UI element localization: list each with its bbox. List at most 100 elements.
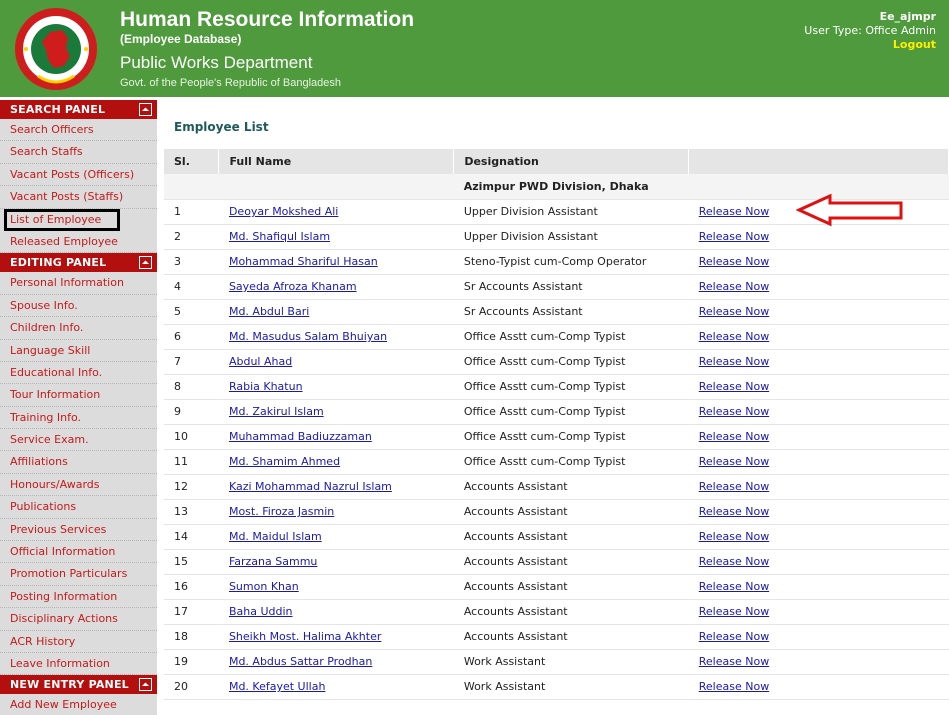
release-now-link[interactable]: Release Now	[699, 480, 769, 493]
employee-name-link[interactable]: Md. Abdus Sattar Prodhan	[229, 655, 372, 668]
row-action-cell: Release Now	[688, 574, 949, 600]
row-designation: Office Asstt cum-Comp Typist	[453, 324, 689, 350]
row-name-cell: Farzana Sammu	[218, 549, 454, 575]
release-now-link[interactable]: Release Now	[699, 580, 769, 593]
row-serial: 19	[164, 649, 219, 675]
sidebar-item-vacant-posts-staffs[interactable]: Vacant Posts (Staffs)	[0, 186, 157, 209]
employee-name-link[interactable]: Most. Firoza Jasmin	[229, 505, 334, 518]
row-name-cell: Rabia Khatun	[218, 374, 454, 400]
table-row: 8 Rabia Khatun Office Asstt cum-Comp Typis…	[164, 374, 949, 400]
page-title: Employee List	[174, 120, 269, 134]
release-now-link[interactable]: Release Now	[699, 530, 769, 543]
sidebar-item-tour-information[interactable]: Tour Information	[0, 384, 157, 407]
row-designation: Office Asstt cum-Comp Typist	[453, 349, 689, 375]
sidebar-item-service-exam[interactable]: Service Exam.	[0, 429, 157, 452]
table-row: 2 Md. Shafiqul Islam Upper Division Assist…	[164, 224, 949, 250]
sidebar-item-search-officers[interactable]: Search Officers	[0, 119, 157, 142]
sidebar-item-affiliations[interactable]: Affiliations	[0, 451, 157, 474]
employee-name-link[interactable]: Abdul Ahad	[229, 355, 292, 368]
row-serial: 8	[164, 374, 219, 400]
employee-name-link[interactable]: Rabia Khatun	[229, 380, 303, 393]
release-now-link[interactable]: Release Now	[699, 380, 769, 393]
app-subtitle: (Employee Database)	[120, 32, 242, 46]
release-now-link[interactable]: Release Now	[699, 505, 769, 518]
row-designation: Accounts Assistant	[453, 624, 689, 650]
employee-name-link[interactable]: Deoyar Mokshed Ali	[229, 205, 338, 218]
sidebar-item-language-skill[interactable]: Language Skill	[0, 340, 157, 362]
employee-name-link[interactable]: Muhammad Badiuzzaman	[229, 430, 372, 443]
sidebar-item-training-info[interactable]: Training Info.	[0, 407, 157, 430]
row-name-cell: Kazi Mohammad Nazrul Islam	[218, 474, 454, 500]
sidebar-item-official-information[interactable]: Official Information	[0, 541, 157, 564]
release-now-link[interactable]: Release Now	[699, 680, 769, 693]
employee-name-link[interactable]: Md. Shafiqul Islam	[229, 230, 330, 243]
release-now-link[interactable]: Release Now	[699, 280, 769, 293]
release-now-link[interactable]: Release Now	[699, 455, 769, 468]
collapse-toggle-icon[interactable]	[139, 678, 152, 692]
table-row: 10 Muhammad Badiuzzaman Office Asstt cum-C…	[164, 424, 949, 450]
release-now-link[interactable]: Release Now	[699, 405, 769, 418]
employee-name-link[interactable]: Md. Masudus Salam Bhuiyan	[229, 330, 387, 343]
sidebar-item-educational-info[interactable]: Educational Info.	[0, 362, 157, 385]
row-serial: 7	[164, 349, 219, 375]
release-now-link[interactable]: Release Now	[699, 355, 769, 368]
employee-name-link[interactable]: Sumon Khan	[229, 580, 299, 593]
row-name-cell: Md. Shamim Ahmed	[218, 449, 454, 475]
employee-name-link[interactable]: Kazi Mohammad Nazrul Islam	[229, 480, 392, 493]
employee-name-link[interactable]: Md. Maidul Islam	[229, 530, 322, 543]
sidebar-item-honours-awards[interactable]: Honours/Awards	[0, 474, 157, 497]
release-now-link[interactable]: Release Now	[699, 330, 769, 343]
collapse-toggle-icon[interactable]	[139, 103, 152, 116]
employee-name-link[interactable]: Md. Shamim Ahmed	[229, 455, 340, 468]
sidebar-item-disciplinary-actions[interactable]: Disciplinary Actions	[0, 608, 157, 631]
employee-name-link[interactable]: Md. Zakirul Islam	[229, 405, 324, 418]
user-box: Ee_ajmpr User Type: Office Admin Logout	[756, 10, 936, 52]
release-now-link[interactable]: Release Now	[699, 305, 769, 318]
sidebar-item-personal-information[interactable]: Personal Information	[0, 272, 157, 295]
employee-name-link[interactable]: Sheikh Most. Halima Akhter	[229, 630, 381, 643]
sidebar-item-vacant-posts-officers[interactable]: Vacant Posts (Officers)	[0, 164, 157, 187]
employee-name-link[interactable]: Md. Abdul Bari	[229, 305, 309, 318]
row-designation: Office Asstt cum-Comp Typist	[453, 374, 689, 400]
employee-name-link[interactable]: Farzana Sammu	[229, 555, 317, 568]
sidebar-item-list-of-employee[interactable]: List of Employee	[4, 208, 120, 231]
row-name-cell: Md. Masudus Salam Bhuiyan	[218, 324, 454, 350]
release-now-link[interactable]: Release Now	[699, 430, 769, 443]
user-type: User Type: Office Admin	[804, 24, 936, 37]
sidebar-item-released-employee[interactable]: Released Employee	[0, 231, 157, 254]
sidebar-item-acr-history[interactable]: ACR History	[0, 631, 157, 653]
column-header-designation: Designation	[453, 149, 690, 174]
column-header-full-name: Full Name	[218, 149, 455, 174]
employee-name-link[interactable]: Mohammad Shariful Hasan	[229, 255, 378, 268]
release-now-link[interactable]: Release Now	[699, 655, 769, 668]
release-now-link[interactable]: Release Now	[699, 605, 769, 618]
sidebar-item-add-new-employee[interactable]: Add New Employee	[0, 694, 157, 715]
row-serial: 20	[164, 674, 219, 700]
employee-name-link[interactable]: Baha Uddin	[229, 605, 293, 618]
table-row: 20 Md. Kefayet Ullah Work Assistant Release…	[164, 674, 949, 700]
row-action-cell: Release Now	[688, 424, 949, 450]
release-now-link[interactable]: Release Now	[699, 255, 769, 268]
sidebar-item-children-info[interactable]: Children Info.	[0, 317, 157, 340]
row-serial: 2	[164, 224, 219, 250]
search-panel-title: SEARCH PANEL	[10, 103, 106, 116]
employee-name-link[interactable]: Sayeda Afroza Khanam	[229, 280, 357, 293]
sidebar-item-leave-information[interactable]: Leave Information	[0, 653, 157, 676]
logout-link[interactable]: Logout	[756, 38, 936, 52]
table-row: 13 Most. Firoza Jasmin Accounts Assistant R…	[164, 499, 949, 525]
sidebar-item-previous-services[interactable]: Previous Services	[0, 519, 157, 542]
row-name-cell: Most. Firoza Jasmin	[218, 499, 454, 525]
release-now-link[interactable]: Release Now	[699, 230, 769, 243]
new-entry-panel-header: NEW ENTRY PANEL	[0, 675, 157, 695]
release-now-link[interactable]: Release Now	[699, 630, 769, 643]
sidebar-item-promotion-particulars[interactable]: Promotion Particulars	[0, 563, 157, 586]
sidebar-item-posting-information[interactable]: Posting Information	[0, 586, 157, 609]
table-row: 11 Md. Shamim Ahmed Office Asstt cum-Comp …	[164, 449, 949, 475]
sidebar-item-search-staffs[interactable]: Search Staffs	[0, 141, 157, 164]
collapse-toggle-icon[interactable]	[139, 256, 152, 270]
sidebar-item-publications[interactable]: Publications	[0, 496, 157, 519]
release-now-link[interactable]: Release Now	[699, 205, 769, 218]
release-now-link[interactable]: Release Now	[699, 555, 769, 568]
employee-name-link[interactable]: Md. Kefayet Ullah	[229, 680, 325, 693]
sidebar-item-spouse-info[interactable]: Spouse Info.	[0, 295, 157, 318]
